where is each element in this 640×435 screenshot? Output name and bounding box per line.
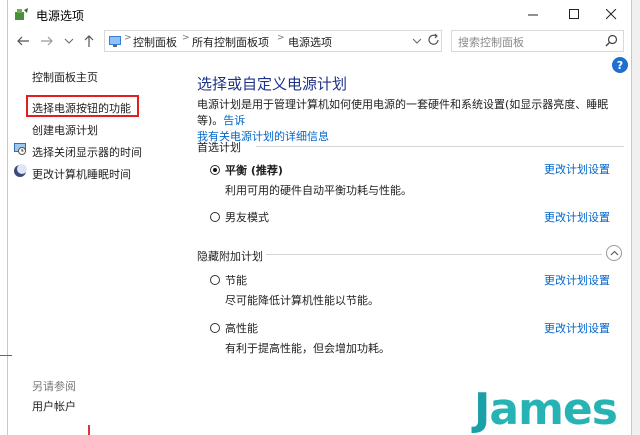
desktop-fragment — [0, 355, 12, 356]
search-icon[interactable] — [605, 34, 618, 50]
group-divider — [266, 254, 602, 255]
watermark-first-letter: J — [474, 384, 490, 435]
control-panel-window — [7, 0, 632, 435]
chevron-up-icon — [610, 250, 618, 256]
description-text: 电源计划是用于管理计算机如何使用电源的一套硬件和系统设置(如显示器亮度、睡眠等)… — [197, 98, 609, 127]
desktop-edge-right — [632, 0, 640, 435]
back-button[interactable] — [14, 33, 32, 49]
arrow-left-icon — [17, 36, 29, 46]
control-panel-icon — [108, 34, 122, 51]
help-icon[interactable]: ? — [612, 57, 628, 73]
monitor-clock-icon — [13, 142, 27, 159]
plan-desc-high-performance: 有利于提高性能，但会增加功耗。 — [225, 342, 390, 355]
forward-button[interactable] — [38, 33, 56, 49]
plan-name-power-saver[interactable]: 节能 — [225, 272, 247, 288]
close-button[interactable] — [593, 0, 629, 28]
desktop-fragment — [88, 425, 90, 435]
radio-boyfriend-mode[interactable] — [210, 212, 220, 222]
arrow-up-icon — [84, 35, 94, 47]
radio-high-performance[interactable] — [210, 323, 220, 333]
maximize-icon — [568, 8, 579, 19]
sidebar-item-create-plan[interactable]: 创建电源计划 — [32, 122, 98, 138]
sidebar-item-power-button[interactable]: 选择电源按钮的功能 — [32, 100, 131, 116]
breadcrumb-separator: > — [277, 33, 285, 43]
change-plan-settings-link[interactable]: 更改计划设置 — [544, 209, 610, 225]
change-plan-settings-link[interactable]: 更改计划设置 — [544, 161, 610, 177]
plan-desc-power-saver: 尽可能降低计算机性能以节能。 — [225, 294, 379, 307]
preferred-plans-title: 首选计划 — [197, 141, 241, 154]
learn-more-link-part1[interactable]: 告诉 — [223, 114, 245, 127]
minimize-button[interactable] — [515, 0, 551, 28]
plan-name-balanced[interactable]: 平衡 (推荐) — [225, 162, 283, 178]
radio-balanced[interactable] — [210, 165, 220, 175]
breadcrumb-control-panel[interactable]: 控制面板 — [133, 34, 177, 50]
refresh-button[interactable] — [427, 33, 440, 50]
recent-locations-button[interactable] — [60, 33, 78, 49]
address-dropdown-button[interactable] — [412, 34, 422, 51]
breadcrumb-separator: > — [124, 33, 132, 43]
group-divider — [256, 146, 624, 147]
breadcrumb-power-options[interactable]: 电源选项 — [288, 34, 332, 50]
search-input[interactable]: 搜索控制面板 — [458, 34, 524, 50]
collapse-button[interactable] — [606, 245, 622, 261]
hidden-plans-title: 隐藏附加计划 — [197, 250, 263, 263]
see-also-label: 另请参阅 — [32, 380, 76, 393]
change-plan-settings-link[interactable]: 更改计划设置 — [544, 320, 610, 336]
minimize-icon — [527, 14, 538, 15]
close-icon — [605, 8, 616, 19]
sidebar-item-display-off[interactable]: 选择关闭显示器的时间 — [32, 144, 142, 160]
arrow-right-icon — [41, 36, 53, 46]
desktop-edge-left — [0, 0, 7, 435]
sidebar-home-link[interactable]: 控制面板主页 — [32, 69, 98, 85]
breadcrumb-separator: > — [182, 33, 190, 43]
refresh-icon — [428, 33, 439, 45]
plan-name-boyfriend-mode[interactable]: 男友模式 — [225, 209, 269, 225]
watermark-rest: ames — [489, 384, 618, 435]
breadcrumb-all-items[interactable]: 所有控制面板项 — [192, 34, 269, 50]
plan-name-high-performance[interactable]: 高性能 — [225, 320, 258, 336]
maximize-button[interactable] — [556, 0, 592, 28]
window-title: 电源选项 — [36, 9, 85, 23]
change-plan-settings-link[interactable]: 更改计划设置 — [544, 272, 610, 288]
page-description: 电源计划是用于管理计算机如何使用电源的一套硬件和系统设置(如显示器亮度、睡眠等)… — [197, 97, 627, 145]
chevron-down-icon — [64, 38, 74, 44]
user-accounts-link[interactable]: 用户帐户 — [32, 398, 76, 414]
james-watermark: James — [474, 384, 618, 435]
radio-power-saver[interactable] — [210, 275, 220, 285]
plan-desc-balanced: 利用可用的硬件自动平衡功耗与性能。 — [225, 184, 412, 197]
chevron-down-icon — [412, 38, 422, 44]
moon-icon — [13, 164, 27, 181]
up-button[interactable] — [80, 33, 98, 49]
sidebar-item-sleep-time[interactable]: 更改计算机睡眠时间 — [32, 166, 131, 182]
power-options-app-icon — [14, 6, 30, 22]
page-title: 选择或自定义电源计划 — [197, 75, 348, 93]
